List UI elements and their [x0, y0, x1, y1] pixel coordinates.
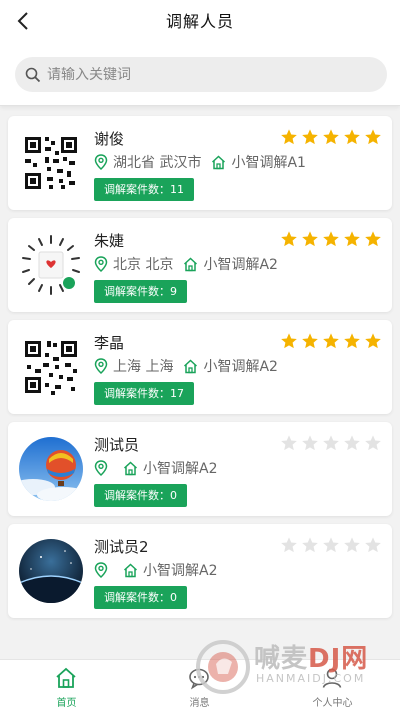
star-icon	[323, 129, 339, 145]
star-icon	[281, 129, 297, 145]
star-icon	[365, 231, 381, 247]
page-title: 调解人员	[165, 12, 234, 31]
home-icon	[123, 562, 138, 578]
location-pin-icon	[94, 562, 108, 578]
location-pin-icon	[94, 460, 108, 476]
mediator-card[interactable]: 测试员 小智调解A2 调解案件数：0	[8, 422, 392, 516]
rating-stars	[280, 230, 382, 248]
qr-code-icon	[19, 335, 83, 399]
case-count-badge: 调解案件数：0	[94, 586, 187, 609]
mediator-meta: 小智调解A2	[94, 458, 217, 478]
star-icon	[302, 231, 318, 247]
star-icon	[281, 435, 297, 451]
tab-home[interactable]: 首页	[0, 660, 133, 711]
mediator-meta: 北京 北京 小智调解A2	[94, 254, 278, 274]
mediator-org: 小智调解A2	[203, 359, 278, 375]
star-icon	[323, 537, 339, 553]
planet-photo	[19, 539, 83, 603]
rating-stars	[280, 536, 382, 554]
site-watermark: 喊麦DJ网 HANMAIDJ.COM	[192, 634, 397, 700]
qr-code-icon	[19, 131, 83, 195]
mediator-card[interactable]: 朱婕 北京 北京 小智调解A2 调解案件数：9	[8, 218, 392, 312]
star-icon	[302, 129, 318, 145]
mediator-meta: 湖北省 武汉市 小智调解A1	[94, 152, 306, 172]
search-box[interactable]	[15, 57, 387, 92]
star-icon	[302, 333, 318, 349]
hot-air-balloon-photo	[19, 437, 83, 501]
mediator-org: 小智调解A2	[143, 461, 218, 477]
avatar	[19, 233, 83, 297]
rating-stars	[280, 128, 382, 146]
star-icon	[344, 435, 360, 451]
tab-label: 首页	[56, 698, 77, 709]
star-icon	[344, 537, 360, 553]
top-bar: 调解人员	[0, 0, 400, 106]
mediator-org: 小智调解A1	[231, 155, 306, 171]
mediator-name: 测试员	[94, 436, 140, 454]
avatar	[19, 335, 83, 399]
mediator-location: 北京 北京	[113, 257, 174, 273]
avatar	[19, 437, 83, 501]
search-input[interactable]	[47, 66, 367, 83]
star-icon	[365, 537, 381, 553]
star-icon	[323, 333, 339, 349]
watermark-logo-icon	[196, 640, 250, 694]
location-pin-icon	[94, 154, 108, 170]
star-icon	[323, 435, 339, 451]
case-count-badge: 调解案件数：17	[94, 382, 194, 405]
case-count-badge: 调解案件数：9	[94, 280, 187, 303]
star-icon	[365, 333, 381, 349]
rating-stars	[280, 434, 382, 452]
location-pin-icon	[94, 358, 108, 374]
watermark-text: 喊麦DJ网	[254, 644, 369, 674]
watermark-subtext: HANMAIDJ.COM	[256, 672, 366, 685]
home-icon	[56, 667, 76, 688]
star-icon	[302, 537, 318, 553]
star-icon	[344, 333, 360, 349]
home-icon	[183, 358, 198, 374]
mini-program-code-icon	[19, 233, 83, 297]
search-icon	[25, 67, 41, 83]
mediator-org: 小智调解A2	[143, 563, 218, 579]
star-icon	[365, 435, 381, 451]
mediator-name: 朱婕	[94, 232, 125, 250]
home-icon	[211, 154, 226, 170]
mediator-name: 测试员2	[94, 538, 149, 556]
rating-stars	[280, 332, 382, 350]
mediator-name: 李晶	[94, 334, 125, 352]
home-icon	[123, 460, 138, 476]
star-icon	[281, 231, 297, 247]
home-icon	[183, 256, 198, 272]
star-icon	[281, 333, 297, 349]
mediator-card[interactable]: 李晶 上海 上海 小智调解A2 调解案件数：17	[8, 320, 392, 414]
star-icon	[344, 129, 360, 145]
mediator-meta: 小智调解A2	[94, 560, 217, 580]
avatar	[19, 131, 83, 195]
mediator-location: 上海 上海	[113, 359, 174, 375]
mediator-meta: 上海 上海 小智调解A2	[94, 356, 278, 376]
star-icon	[281, 537, 297, 553]
star-icon	[302, 435, 318, 451]
avatar	[19, 539, 83, 603]
case-count-badge: 调解案件数：11	[94, 178, 194, 201]
star-icon	[365, 129, 381, 145]
location-pin-icon	[94, 256, 108, 272]
mediator-org: 小智调解A2	[203, 257, 278, 273]
mediator-location: 湖北省 武汉市	[113, 155, 202, 171]
mediator-card[interactable]: 谢俊 湖北省 武汉市 小智调解A1 调解案件数：11	[8, 116, 392, 210]
mediator-card[interactable]: 测试员2 小智调解A2 调解案件数：0	[8, 524, 392, 618]
mediator-name: 谢俊	[94, 130, 125, 148]
star-icon	[344, 231, 360, 247]
case-count-badge: 调解案件数：0	[94, 484, 187, 507]
star-icon	[323, 231, 339, 247]
